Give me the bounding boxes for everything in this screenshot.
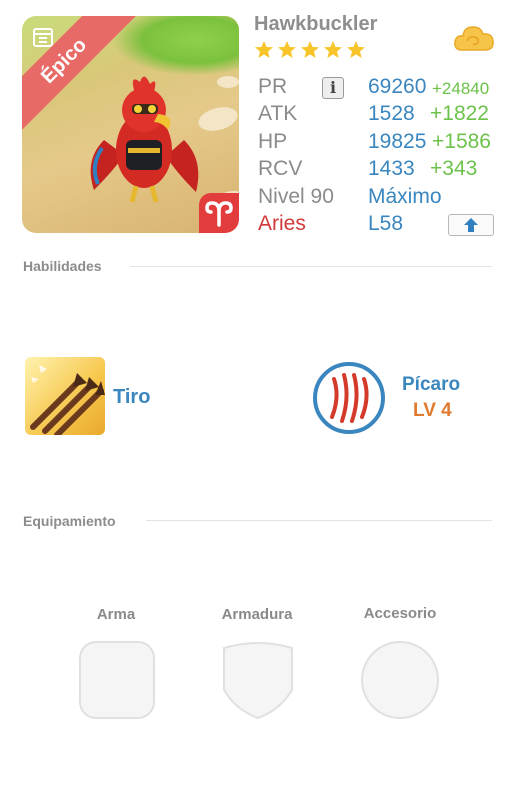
section-title-skills: Habilidades	[23, 258, 102, 274]
section-title-equipment: Equipamiento	[23, 513, 116, 529]
hero-name: Hawkbuckler	[254, 13, 378, 35]
stat-bonus: +24840	[432, 79, 490, 98]
stat-value: 1433	[368, 157, 415, 180]
star-icon	[301, 41, 319, 58]
stat-row-hp: HP 19825 +1586	[258, 130, 508, 156]
stat-row-level: Nivel 90 Máximo	[258, 185, 508, 211]
star-icon	[278, 41, 296, 58]
slot-label-armor: Armadura	[221, 606, 293, 623]
stat-row-atk: ATK 1528 +1822	[258, 102, 508, 128]
stat-label: RCV	[258, 157, 303, 180]
stat-value: 19825	[368, 130, 427, 153]
cloud-icon[interactable]	[452, 22, 496, 56]
hero-figure	[90, 76, 199, 203]
grass-decoration	[112, 16, 239, 76]
class-level: LV 4	[413, 400, 452, 421]
accessory-slot[interactable]	[360, 640, 440, 720]
aries-icon	[199, 193, 239, 233]
stat-label: Nivel 90	[258, 185, 334, 208]
stat-value: 69260	[368, 75, 427, 98]
stat-bonus: +343	[430, 157, 478, 180]
stat-label: ATK	[258, 102, 298, 125]
star-icon	[255, 41, 273, 58]
divider	[146, 520, 492, 521]
class-name: Pícaro	[402, 374, 461, 395]
info-button[interactable]: i	[322, 77, 344, 99]
divider	[130, 266, 492, 267]
skill-arrows-icon[interactable]	[25, 357, 105, 435]
calendar-icon	[33, 28, 53, 47]
weapon-slot[interactable]	[78, 640, 156, 720]
star-icon	[347, 41, 365, 58]
star-rating	[254, 40, 366, 60]
stat-label: HP	[258, 130, 288, 153]
stat-row-sign: Aries L58	[258, 212, 508, 238]
stat-bonus: +1822	[430, 102, 489, 125]
upgrade-button[interactable]	[448, 214, 494, 236]
star-icon	[324, 41, 342, 58]
stat-value: 1528	[368, 102, 415, 125]
slot-label-accessory: Accesorio	[363, 605, 437, 622]
slot-label-weapon: Arma	[96, 606, 136, 623]
stat-bonus: +1586	[432, 130, 491, 153]
stat-value: Máximo	[368, 185, 442, 208]
rock-decoration	[217, 76, 239, 88]
stat-row-pr: PR i 69260 +24840	[258, 75, 508, 101]
claw-marks-icon[interactable]	[312, 361, 386, 435]
stat-label: PR	[258, 75, 288, 98]
hero-portrait[interactable]: Épico	[22, 16, 239, 233]
arrow-up-icon	[464, 218, 478, 232]
stat-row-rcv: RCV 1433 +343	[258, 157, 508, 183]
sign-label: Aries	[258, 212, 306, 235]
skill-name[interactable]: Tiro	[113, 386, 150, 409]
stat-value: L58	[368, 212, 404, 235]
armor-slot[interactable]	[220, 640, 296, 720]
